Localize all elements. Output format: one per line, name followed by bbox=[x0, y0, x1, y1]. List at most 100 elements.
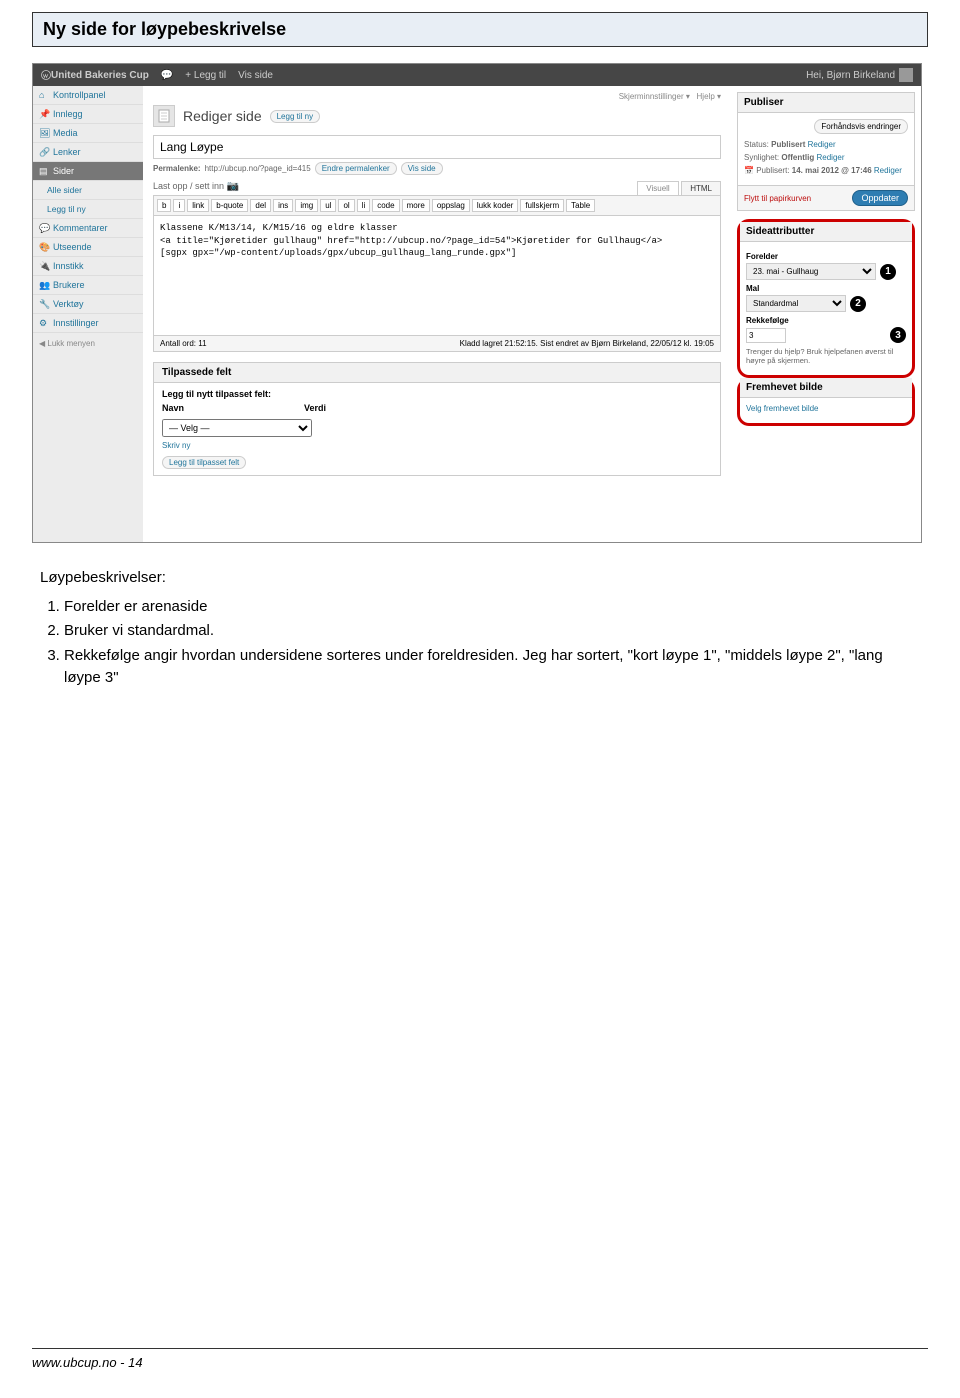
wordcount-label: Antall ord: bbox=[160, 339, 196, 348]
date-edit-link[interactable]: Rediger bbox=[874, 166, 902, 175]
ed-btn-fullscreen[interactable]: fullskjerm bbox=[520, 199, 564, 212]
view-page-link[interactable]: Vis side bbox=[238, 70, 273, 81]
custom-fields-title: Tilpassede felt bbox=[154, 363, 720, 383]
edit-permalink-button[interactable]: Endre permalenker bbox=[315, 162, 397, 175]
sidebar-item-plugins[interactable]: 🔌Innstikk bbox=[33, 257, 143, 276]
upload-media-icon[interactable]: 📷 bbox=[227, 181, 239, 192]
sidebar-sub-allpages[interactable]: Alle sider bbox=[33, 181, 143, 200]
date-label: Publisert: bbox=[756, 166, 789, 175]
plugin-icon: 🔌 bbox=[39, 261, 49, 271]
ed-btn-ul[interactable]: ul bbox=[320, 199, 336, 212]
ed-btn-link[interactable]: link bbox=[187, 199, 209, 212]
publish-panel: Publiser Forhåndsvis endringer Status: P… bbox=[737, 92, 915, 211]
page-attributes-panel: Sideattributter Forelder 23. mai - Gullh… bbox=[737, 219, 915, 378]
wordcount-value: 11 bbox=[198, 339, 206, 348]
cf-enter-new-link[interactable]: Skriv ny bbox=[162, 441, 712, 450]
ed-btn-more[interactable]: more bbox=[402, 199, 430, 212]
content-editor[interactable]: Klassene K/M13/14, K/M15/16 og eldre kla… bbox=[153, 216, 721, 336]
visibility-value: Offentlig bbox=[781, 153, 814, 162]
sidebar-item-links[interactable]: 🔗Lenker bbox=[33, 143, 143, 162]
pin-icon: 📌 bbox=[39, 109, 49, 119]
help-tab[interactable]: Hjelp ▾ bbox=[697, 92, 721, 101]
media-icon: 🖼 bbox=[39, 128, 49, 138]
order-label: Rekkefølge bbox=[746, 316, 906, 325]
ed-btn-ins[interactable]: ins bbox=[273, 199, 293, 212]
admin-bar: United Bakeries Cup 💬 + Legg til Vis sid… bbox=[33, 64, 921, 86]
sidebar-item-tools[interactable]: 🔧Verktøy bbox=[33, 295, 143, 314]
ed-btn-del[interactable]: del bbox=[250, 199, 271, 212]
tab-html[interactable]: HTML bbox=[681, 181, 721, 195]
sidebar-item-appearance[interactable]: 🎨Utseende bbox=[33, 238, 143, 257]
tools-icon: 🔧 bbox=[39, 299, 49, 309]
cf-col-value: Verdi bbox=[304, 403, 326, 413]
parent-select[interactable]: 23. mai - Gullhaug bbox=[746, 263, 876, 280]
list-item: Rekkefølge angir hvordan undersidene sor… bbox=[64, 645, 920, 690]
sidebar-item-posts[interactable]: 📌Innlegg bbox=[33, 105, 143, 124]
update-button[interactable]: Oppdater bbox=[852, 190, 908, 206]
add-new-button[interactable]: Legg til ny bbox=[270, 110, 320, 123]
avatar-icon[interactable] bbox=[899, 68, 913, 82]
users-icon: 👥 bbox=[39, 280, 49, 290]
custom-fields-panel: Tilpassede felt Legg til nytt tilpasset … bbox=[153, 362, 721, 476]
cf-add-button[interactable]: Legg til tilpasset felt bbox=[162, 456, 246, 469]
ed-btn-code[interactable]: code bbox=[372, 199, 399, 212]
date-value: 14. mai 2012 @ 17:46 bbox=[792, 166, 872, 175]
cf-col-name: Navn bbox=[162, 403, 184, 413]
sidebar-item-media[interactable]: 🖼Media bbox=[33, 124, 143, 143]
tab-visual[interactable]: Visuell bbox=[637, 181, 678, 195]
ed-btn-li[interactable]: li bbox=[357, 199, 371, 212]
ed-btn-table[interactable]: Table bbox=[566, 199, 595, 212]
order-input[interactable] bbox=[746, 328, 786, 343]
preview-button[interactable]: Forhåndsvis endringer bbox=[814, 119, 908, 134]
visibility-label: Synlighet: bbox=[744, 153, 779, 162]
autosave-info: Kladd lagret 21:52:15. Sist endret av Bj… bbox=[460, 339, 714, 348]
cf-name-select[interactable]: — Velg — bbox=[162, 419, 312, 437]
sidebar-item-dashboard[interactable]: ⌂Kontrollpanel bbox=[33, 86, 143, 105]
template-label: Mal bbox=[746, 284, 906, 293]
list-item: Bruker vi standardmal. bbox=[64, 620, 920, 643]
list-item: Forelder er arenaside bbox=[64, 596, 920, 619]
main-content: Skjerminnstillinger ▾ Hjelp ▾ Rediger si… bbox=[143, 86, 731, 542]
settings-icon: ⚙ bbox=[39, 318, 49, 328]
view-page-button[interactable]: Vis side bbox=[401, 162, 443, 175]
ed-btn-i[interactable]: i bbox=[173, 199, 185, 212]
sidebar-item-users[interactable]: 👥Brukere bbox=[33, 276, 143, 295]
ed-btn-b[interactable]: b bbox=[157, 199, 171, 212]
site-name[interactable]: United Bakeries Cup bbox=[51, 70, 149, 81]
sidebar-sub-addnew[interactable]: Legg til ny bbox=[33, 200, 143, 219]
template-select[interactable]: Standardmal bbox=[746, 295, 846, 312]
status-edit-link[interactable]: Rediger bbox=[808, 140, 836, 149]
sidebar-item-pages[interactable]: ▤Sider bbox=[33, 162, 143, 181]
section-title: Ny side for løypebeskrivelse bbox=[43, 19, 917, 40]
ed-btn-close[interactable]: lukk koder bbox=[472, 199, 518, 212]
screen-options-tab[interactable]: Skjerminnstillinger ▾ bbox=[619, 92, 690, 101]
collapse-menu[interactable]: ◀ Lukk menyen bbox=[33, 333, 143, 354]
featured-title: Fremhevet bilde bbox=[740, 378, 912, 398]
admin-sidebar: ⌂Kontrollpanel 📌Innlegg 🖼Media 🔗Lenker ▤… bbox=[33, 86, 143, 542]
marker-2: 2 bbox=[850, 296, 866, 312]
status-value: Publisert bbox=[771, 140, 805, 149]
set-featured-link[interactable]: Velg fremhevet bilde bbox=[746, 404, 819, 413]
attrs-title: Sideattributter bbox=[740, 222, 912, 242]
greeting[interactable]: Hei, Bjørn Birkeland bbox=[806, 70, 895, 81]
visibility-edit-link[interactable]: Rediger bbox=[817, 153, 845, 162]
page-footer: www.ubcup.no - 14 bbox=[32, 1348, 928, 1370]
title-input[interactable] bbox=[153, 135, 721, 159]
add-new-link[interactable]: + Legg til bbox=[185, 70, 226, 81]
permalink-url: http://ubcup.no/?page_id=415 bbox=[205, 164, 311, 173]
ed-btn-img[interactable]: img bbox=[295, 199, 318, 212]
ed-btn-bquote[interactable]: b-quote bbox=[211, 199, 248, 212]
sidebar-item-settings[interactable]: ⚙Innstillinger bbox=[33, 314, 143, 333]
marker-3: 3 bbox=[890, 327, 906, 343]
ed-btn-ol[interactable]: ol bbox=[338, 199, 354, 212]
parent-label: Forelder bbox=[746, 252, 906, 261]
attrs-help-text: Trenger du hjelp? Bruk hjelpefanen øvers… bbox=[746, 347, 906, 365]
trash-link[interactable]: Flytt til papirkurven bbox=[744, 194, 811, 203]
ed-btn-lookup[interactable]: oppslag bbox=[432, 199, 470, 212]
comment-icon[interactable]: 💬 bbox=[161, 70, 173, 81]
cf-add-label: Legg til nytt tilpasset felt: bbox=[162, 389, 712, 399]
editor-statusbar: Antall ord: 11 Kladd lagret 21:52:15. Si… bbox=[153, 336, 721, 352]
sidebar-item-comments[interactable]: 💬Kommentarer bbox=[33, 219, 143, 238]
editor-toolbar: b i link b-quote del ins img ul ol li co… bbox=[153, 195, 721, 216]
body-heading: Løypebeskrivelser: bbox=[40, 567, 920, 590]
